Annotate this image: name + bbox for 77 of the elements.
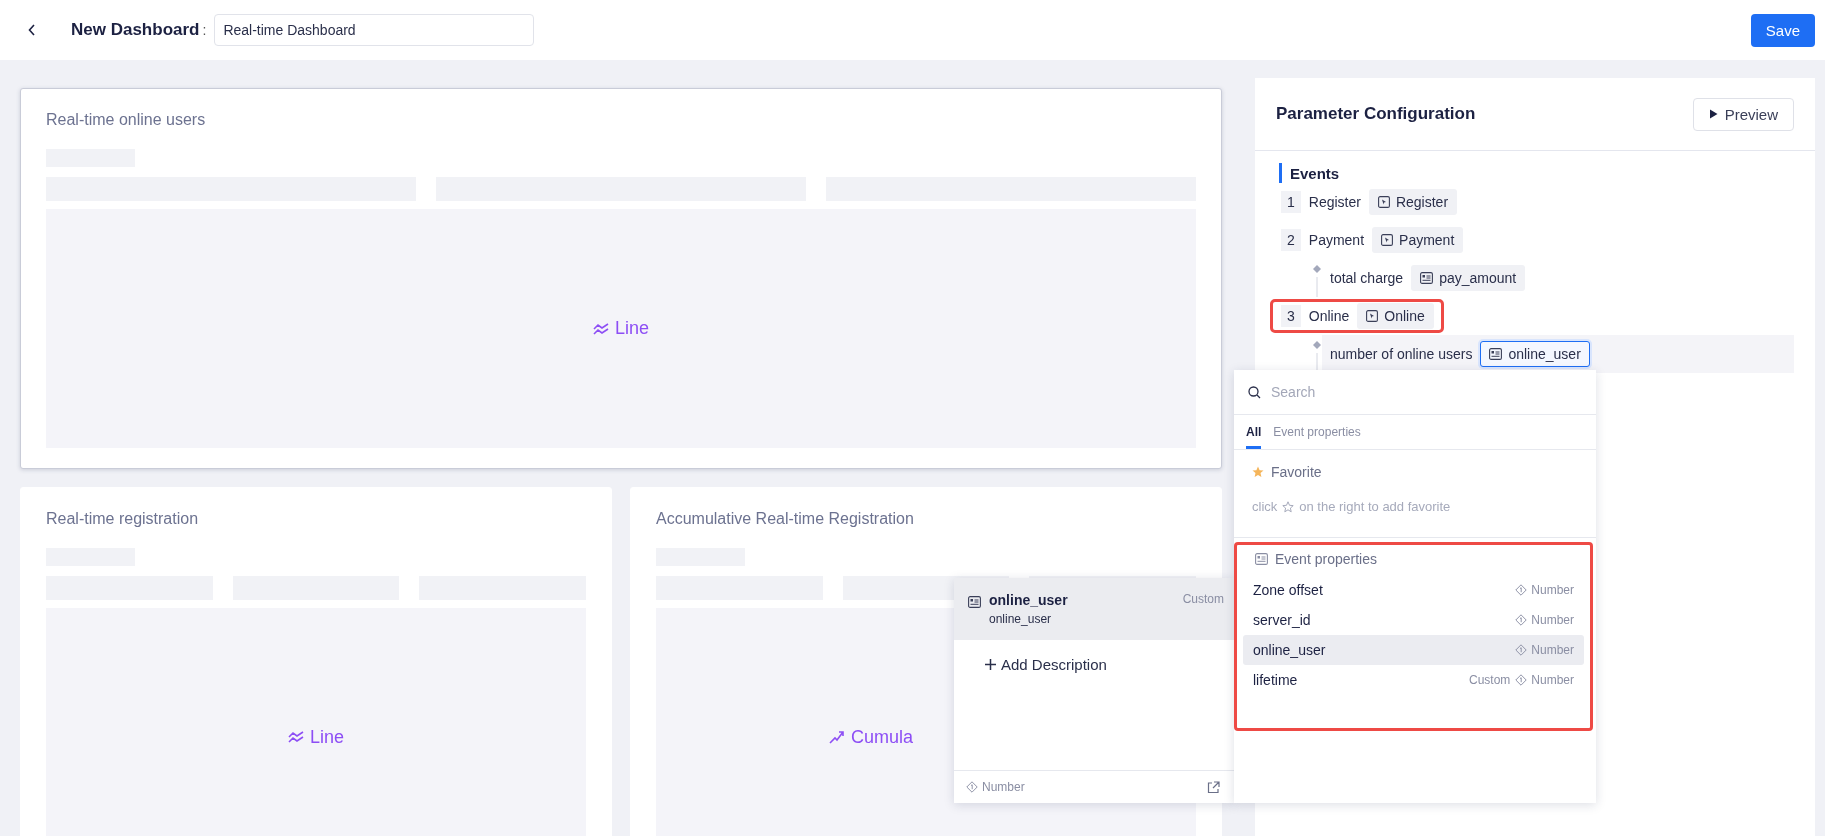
item-name: Zone offset	[1253, 582, 1324, 598]
item-name: server_id	[1253, 612, 1312, 628]
property-type: Number	[1515, 613, 1574, 627]
hint-text: click	[1252, 499, 1278, 514]
event-row[interactable]: 2 Payment Payment	[1270, 223, 1474, 257]
event-chip[interactable]: Payment	[1372, 227, 1464, 253]
chart-type-label: Line	[288, 726, 344, 748]
picker-tab[interactable]: All	[1246, 415, 1262, 449]
dashboard-name-field[interactable]: Real-time Dashboard	[214, 14, 535, 46]
property-icon	[1489, 348, 1503, 360]
property-icon	[1255, 553, 1268, 565]
number-type-icon	[1515, 614, 1528, 626]
property-type: Number	[1515, 643, 1574, 657]
property-item[interactable]: lifetime Custom Number	[1243, 665, 1584, 695]
open-link-button[interactable]	[1207, 780, 1220, 794]
card-title: Real-time online users	[46, 111, 207, 129]
property-chip[interactable]: online_user	[1480, 341, 1590, 367]
card-title: Accumulative Real-time Registration	[656, 510, 915, 528]
search-icon	[1248, 385, 1261, 399]
cumulative-chart-icon	[829, 730, 845, 744]
group-title: Favorite	[1271, 464, 1322, 480]
property-icon	[968, 596, 981, 608]
event-chip[interactable]: Register	[1368, 189, 1458, 215]
custom-tag: Custom	[1468, 673, 1511, 687]
external-link-icon	[1207, 780, 1220, 794]
item-name: lifetime	[1253, 672, 1299, 688]
event-icon	[1377, 196, 1390, 208]
separator: :	[202, 22, 207, 38]
page-title: New Dashboard	[71, 20, 200, 40]
property-row[interactable]: number of online users online_user	[1322, 335, 1794, 373]
event-name: Online	[1308, 308, 1350, 324]
card-title: Real-time registration	[46, 510, 200, 528]
property-label: number of online users	[1330, 346, 1473, 362]
line-chart-icon	[593, 322, 609, 335]
chevron-left-icon	[28, 24, 36, 36]
property-type: Number	[1515, 583, 1574, 597]
property-name: online_user	[989, 592, 1068, 608]
event-chip[interactable]: Online	[1357, 303, 1434, 329]
property-type: Number	[1515, 673, 1574, 687]
property-icon	[1420, 272, 1434, 284]
panel-title: Parameter Configuration	[1276, 104, 1476, 124]
property-type: Number	[966, 780, 1025, 794]
property-label: total charge	[1330, 270, 1404, 286]
star-icon	[1252, 466, 1264, 478]
property-key: online_user	[989, 612, 1068, 626]
line-chart-icon	[288, 731, 304, 743]
group-title: Event properties	[1275, 551, 1377, 567]
index-badge: 1	[1281, 191, 1301, 213]
event-icon	[1366, 310, 1379, 322]
event-row[interactable]: 3 Online Online	[1270, 299, 1444, 333]
custom-tag: Custom	[1182, 592, 1224, 606]
chart-type-label: Cumula	[829, 726, 913, 748]
event-icon	[1381, 234, 1394, 246]
item-name: online_user	[1253, 642, 1327, 658]
number-type-icon	[966, 781, 978, 793]
section-title: Events	[1279, 163, 1794, 183]
number-type-icon	[1515, 674, 1528, 686]
index-badge: 2	[1281, 229, 1301, 251]
add-description-button[interactable]: Add Description	[984, 656, 1107, 673]
chart-type-label: Line	[593, 318, 649, 339]
event-name: Register	[1308, 194, 1361, 210]
hint-text: on the right to add favorite	[1299, 499, 1451, 514]
preview-button[interactable]: Preview	[1692, 97, 1794, 131]
number-type-icon	[1515, 584, 1528, 596]
plus-icon	[984, 658, 997, 671]
number-type-icon	[1515, 644, 1528, 656]
index-badge: 3	[1281, 305, 1301, 327]
play-icon	[1708, 109, 1718, 119]
property-chip[interactable]: pay_amount	[1411, 265, 1526, 291]
property-row[interactable]: total charge pay_amount	[1322, 259, 1794, 297]
save-button[interactable]: Save	[1750, 13, 1815, 47]
property-item[interactable]: Zone offset Number	[1243, 575, 1584, 605]
property-item[interactable]: online_user Number	[1243, 635, 1584, 665]
star-outline-icon	[1282, 500, 1295, 513]
event-name: Payment	[1308, 232, 1365, 248]
property-item[interactable]: server_id Number	[1243, 605, 1584, 635]
event-row[interactable]: 1 Register Register	[1270, 185, 1468, 219]
